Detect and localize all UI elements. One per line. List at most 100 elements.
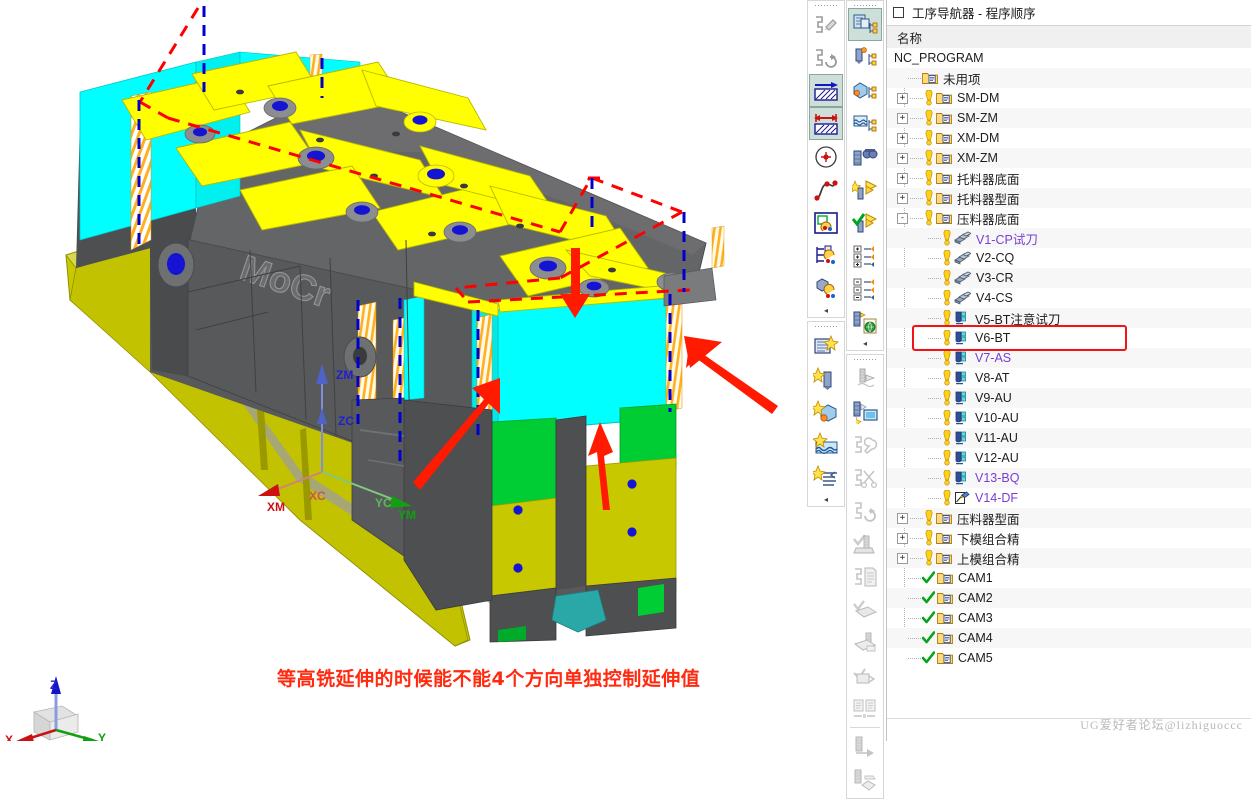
tree-operation-row[interactable]: V13-BQ: [887, 468, 1251, 488]
circle-target-icon[interactable]: [809, 140, 843, 173]
transform-toolpath-icon[interactable]: [809, 74, 843, 107]
approve-toolpath-icon[interactable]: [848, 527, 882, 560]
tree-expander[interactable]: +: [897, 152, 908, 164]
tree-operation-row[interactable]: V12-AU: [887, 448, 1251, 468]
simulate-icon[interactable]: [848, 395, 882, 428]
tree-operation-row[interactable]: V7-AS: [887, 348, 1251, 368]
navigator-title-bar[interactable]: 工序导航器 - 程序顺序: [887, 0, 1251, 25]
tree-item-label: XM-DM: [957, 131, 1000, 145]
tree-connector: [908, 617, 921, 619]
tree-group-row[interactable]: CAM1: [887, 568, 1251, 588]
graphics-viewport[interactable]: MoCr ZM ZC XM XC YM YC Z X Y 等高铣延伸的时候能不能…: [0, 0, 806, 741]
tree-operation-row[interactable]: V2-CQ: [887, 248, 1251, 268]
postprocess-icon[interactable]: [848, 593, 882, 626]
resize-toolpath-icon[interactable]: [809, 107, 843, 140]
tree-operation-row[interactable]: V14-DF: [887, 488, 1251, 508]
generate-icon[interactable]: [848, 173, 882, 206]
tree-expander[interactable]: +: [897, 92, 908, 104]
create-tool-icon[interactable]: [809, 362, 843, 395]
toolpath-list-icon[interactable]: [848, 362, 882, 395]
geometry-view-icon[interactable]: [848, 74, 882, 107]
tree-operation-row[interactable]: V1-CP试刀: [887, 228, 1251, 248]
cut-toolpath-icon[interactable]: [848, 461, 882, 494]
toolbar-column-a: ◂ ◂: [807, 0, 845, 510]
verify-icon[interactable]: [848, 206, 882, 239]
tree-expander[interactable]: +: [897, 552, 908, 564]
tree-expander[interactable]: +: [897, 512, 908, 524]
compare-icon[interactable]: [848, 692, 882, 725]
tree-operation-row[interactable]: V4-CS: [887, 288, 1251, 308]
tree-operation-row[interactable]: V9-AU: [887, 388, 1251, 408]
tree-group-row[interactable]: CAM4: [887, 628, 1251, 648]
tree-item-label: SM-ZM: [957, 111, 998, 125]
export-icon[interactable]: [848, 763, 882, 796]
left-lower-body: [351, 397, 493, 611]
create-operation-icon[interactable]: [809, 8, 843, 41]
display-geometry-icon[interactable]: [809, 206, 843, 239]
create-method-icon[interactable]: [809, 428, 843, 461]
tree-operation-row[interactable]: V6-BT: [887, 328, 1251, 348]
tree-expander[interactable]: +: [897, 112, 908, 124]
tree-group-row[interactable]: + 上模组合精: [887, 548, 1251, 568]
operation-tree[interactable]: NC_PROGRAM 未用项 + SM-DM + SM-ZM + XM-DM + XM-ZM + 托料…: [887, 48, 1251, 741]
tree-expander[interactable]: +: [897, 192, 908, 204]
tree-group-row[interactable]: + XM-DM: [887, 128, 1251, 148]
create-program-icon[interactable]: [809, 329, 843, 362]
forum-watermark: UG爱好者论坛@lizhiguoccc: [1080, 718, 1243, 732]
expand-all-icon[interactable]: [848, 239, 882, 272]
tree-expander[interactable]: +: [897, 172, 908, 184]
toolbar-overflow-a2[interactable]: ◂: [808, 494, 844, 504]
tree-group-row[interactable]: + XM-ZM: [887, 148, 1251, 168]
machine-tool-view-icon[interactable]: [848, 41, 882, 74]
tree-group-row[interactable]: CAM3: [887, 608, 1251, 628]
undo-operation-icon[interactable]: [848, 494, 882, 527]
tree-group-row[interactable]: + SM-ZM: [887, 108, 1251, 128]
tree-group-row[interactable]: 未用项: [887, 68, 1251, 88]
toolbar-separator: [850, 727, 880, 728]
tree-group-row[interactable]: - 压料器底面: [887, 208, 1251, 228]
tree-column-header[interactable]: 名称: [887, 25, 1251, 49]
tree-group-row[interactable]: + 托料器底面: [887, 168, 1251, 188]
transfer-icon[interactable]: [848, 730, 882, 763]
tree-group-row[interactable]: + SM-DM: [887, 88, 1251, 108]
program-folder-icon: [937, 651, 953, 665]
tree-group-row[interactable]: CAM5: [887, 648, 1251, 668]
machine-display-icon[interactable]: [809, 272, 843, 305]
tree-group-row[interactable]: + 压料器型面: [887, 508, 1251, 528]
output-cls-icon[interactable]: [848, 305, 882, 338]
tree-operation-row[interactable]: V3-CR: [887, 268, 1251, 288]
tree-group-row[interactable]: + 下模组合精: [887, 528, 1251, 548]
tree-item-label: V6-BT: [975, 331, 1011, 345]
tree-operation-row[interactable]: NC_PROGRAM: [887, 48, 1251, 68]
spline-path-icon[interactable]: [809, 173, 843, 206]
tree-operation-row[interactable]: V8-AT: [887, 368, 1251, 388]
tree-group-row[interactable]: CAM2: [887, 588, 1251, 608]
tree-expander[interactable]: +: [897, 132, 908, 144]
collapse-all-icon[interactable]: [848, 272, 882, 305]
generate-toolpath-icon[interactable]: [809, 41, 843, 74]
machining-method-view-icon[interactable]: [848, 107, 882, 140]
warning-icon: [924, 170, 934, 186]
tree-group-row[interactable]: + 托料器型面: [887, 188, 1251, 208]
tree-display-icon[interactable]: [809, 239, 843, 272]
panel-pin-icon[interactable]: [893, 7, 904, 18]
machine-code-icon[interactable]: [848, 659, 882, 692]
tree-operation-row[interactable]: V11-AU: [887, 428, 1251, 448]
tree-operation-row[interactable]: V10-AU: [887, 408, 1251, 428]
tree-expander[interactable]: +: [897, 532, 908, 544]
program-order-view-icon[interactable]: [848, 8, 882, 41]
create-geometry-icon[interactable]: [809, 395, 843, 428]
tree-operation-row[interactable]: V5-BT注意试刀: [887, 308, 1251, 328]
list-output-icon[interactable]: [848, 626, 882, 659]
toolbar-overflow-a1[interactable]: ◂: [808, 305, 844, 315]
inspect-toolpath-icon[interactable]: [848, 140, 882, 173]
toolbar-overflow-b1[interactable]: ◂: [847, 338, 883, 348]
shop-documentation-icon[interactable]: [848, 560, 882, 593]
tree-expander[interactable]: -: [897, 212, 908, 224]
check-icon: [922, 651, 935, 665]
tool-setup-icon[interactable]: [848, 428, 882, 461]
create-operation2-icon[interactable]: [809, 461, 843, 494]
